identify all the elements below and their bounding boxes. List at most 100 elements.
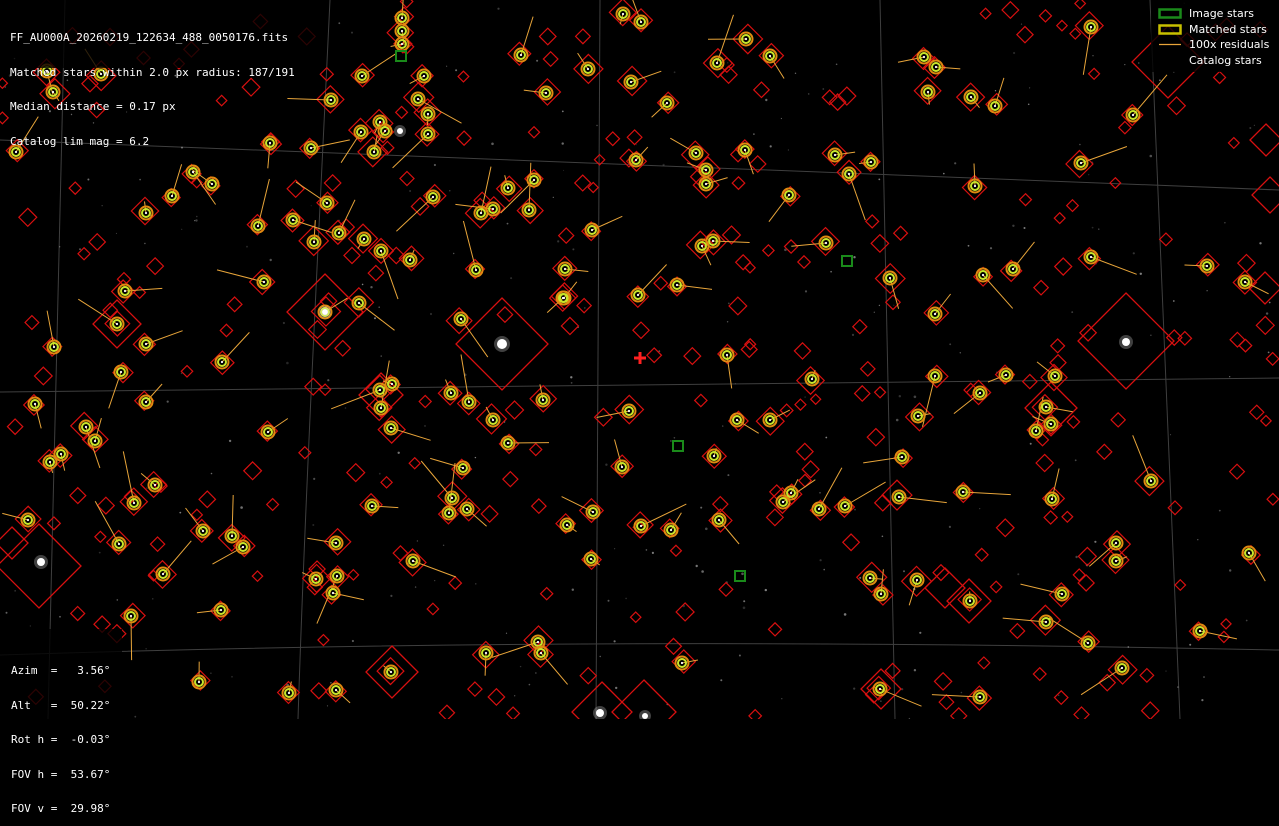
faint-star xyxy=(144,243,145,244)
faint-star xyxy=(312,524,314,526)
star-core xyxy=(432,196,434,198)
faint-star xyxy=(696,565,698,567)
star-core xyxy=(744,149,746,151)
star-core xyxy=(1199,630,1201,632)
catalog-star-diamond xyxy=(934,673,951,690)
catalog-star-diamond xyxy=(812,228,840,256)
catalog-star-diamond xyxy=(1067,200,1079,212)
catalog-star-diamond xyxy=(497,307,512,322)
catalog-star-diamond xyxy=(1051,339,1065,353)
faint-star xyxy=(167,401,169,403)
catalog-star-diamond xyxy=(543,52,558,67)
faint-star xyxy=(1173,300,1175,302)
star-core xyxy=(1244,281,1246,283)
star-core xyxy=(701,245,703,247)
star-core xyxy=(844,505,846,507)
star-core xyxy=(1132,114,1134,116)
catalog-star-diamond xyxy=(1020,194,1032,206)
catalog-star-diamond xyxy=(1080,325,1096,341)
catalog-star-diamond xyxy=(147,258,164,275)
faint-star xyxy=(283,322,285,324)
catalog-star-diamond xyxy=(1033,668,1046,681)
faint-star xyxy=(352,640,354,642)
star-core xyxy=(811,378,813,380)
star-core xyxy=(468,401,470,403)
catalog-star-diamond xyxy=(1073,569,1085,581)
catalog-star-diamond xyxy=(244,462,262,480)
faint-star xyxy=(146,648,147,649)
faint-star xyxy=(351,32,353,34)
filename-text: FF_AU000A_20260219_122634_488_0050176.fi… xyxy=(10,32,320,44)
catalog-star-diamond xyxy=(1239,339,1252,352)
legend-catalog-stars: Catalog stars xyxy=(1151,55,1279,71)
faint-star xyxy=(874,312,875,313)
fit-info-panel: FF_AU000A_20260219_122634_488_0050176.fi… xyxy=(0,0,320,68)
star-core xyxy=(120,371,122,373)
faint-star xyxy=(497,8,499,10)
catalog-star-diamond xyxy=(1267,493,1279,505)
catalog-star-diamond xyxy=(1214,71,1226,83)
star-core xyxy=(417,98,419,100)
faint-star xyxy=(674,71,676,73)
faint-star xyxy=(491,143,494,146)
faint-star xyxy=(79,248,81,250)
star-core xyxy=(391,383,393,385)
catalog-star-diamond xyxy=(347,464,365,482)
star-core xyxy=(118,543,120,545)
star-core xyxy=(423,75,425,77)
star-core xyxy=(116,323,118,325)
bright-catalog-diamond xyxy=(925,568,965,608)
star-core xyxy=(962,491,964,493)
faint-star xyxy=(880,701,881,702)
faint-star xyxy=(553,197,554,198)
faint-star xyxy=(859,577,861,579)
star-core xyxy=(53,346,55,348)
catalog-star-diamond xyxy=(344,247,360,263)
star-core xyxy=(533,179,535,181)
faint-star xyxy=(475,457,476,458)
catalog-star-diamond xyxy=(409,458,420,469)
catalog-star-diamond xyxy=(1230,464,1245,479)
star-core xyxy=(124,290,126,292)
faint-star xyxy=(434,580,435,581)
faint-star xyxy=(1207,290,1208,291)
faint-star xyxy=(246,246,248,248)
star-core xyxy=(361,75,363,77)
faint-star xyxy=(795,73,796,74)
faint-star xyxy=(596,125,597,126)
star-core xyxy=(358,302,360,304)
faint-star xyxy=(600,656,601,657)
star-core xyxy=(380,250,382,252)
faint-star xyxy=(211,473,213,475)
star-core xyxy=(935,66,937,68)
faint-star xyxy=(819,492,821,494)
rotation-text: Rot h = -0.03° xyxy=(11,734,122,746)
star-core xyxy=(335,689,337,691)
faint-star xyxy=(765,589,767,591)
faint-star xyxy=(30,625,31,626)
catalog-star-diamond xyxy=(797,367,824,394)
star-core xyxy=(507,442,509,444)
faint-star xyxy=(529,684,531,686)
faint-star xyxy=(674,437,676,439)
catalog-star-diamond xyxy=(1089,68,1100,79)
catalog-star-diamond xyxy=(1102,547,1129,574)
faint-star xyxy=(830,271,832,273)
star-core xyxy=(1061,593,1063,595)
faint-star xyxy=(1024,227,1026,229)
catalog-star-diamond xyxy=(914,78,941,105)
catalog-star-diamond xyxy=(477,404,507,434)
catalog-star-diamond xyxy=(978,657,990,669)
catalog-star-diamond xyxy=(1036,454,1053,471)
catalog-star-diamond xyxy=(1221,619,1231,629)
catalog-star-diamond xyxy=(1039,10,1051,22)
star-core xyxy=(485,652,487,654)
catalog-star-diamond xyxy=(1023,374,1037,388)
catalog-star-diamond xyxy=(1067,416,1079,428)
faint-star xyxy=(949,526,951,528)
faint-star xyxy=(327,705,328,706)
faint-star xyxy=(409,190,411,192)
star-core xyxy=(154,484,156,486)
faint-star xyxy=(770,145,772,147)
faint-star xyxy=(1075,556,1077,558)
